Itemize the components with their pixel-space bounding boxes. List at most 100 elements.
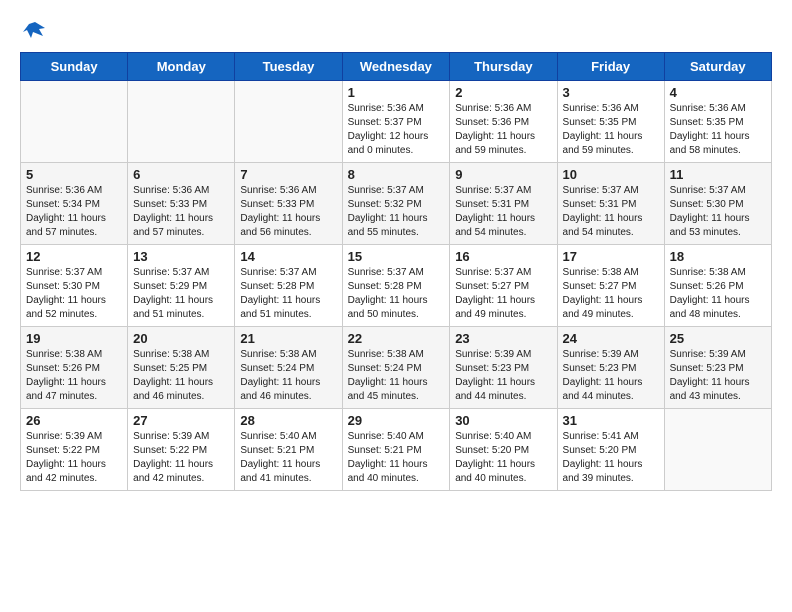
calendar-cell: 6 Sunrise: 5:36 AM Sunset: 5:33 PM Daylig… [128, 163, 235, 245]
weekday-thursday: Thursday [450, 53, 557, 81]
day-number: 13 [133, 249, 229, 264]
calendar-cell: 26 Sunrise: 5:39 AM Sunset: 5:22 PM Dayli… [21, 409, 128, 491]
calendar-cell: 8 Sunrise: 5:37 AM Sunset: 5:32 PM Daylig… [342, 163, 450, 245]
day-number: 12 [26, 249, 122, 264]
day-info: Sunrise: 5:37 AM Sunset: 5:31 PM Dayligh… [455, 184, 551, 240]
day-info: Sunrise: 5:37 AM Sunset: 5:28 PM Dayligh… [240, 266, 336, 322]
day-number: 5 [26, 167, 122, 182]
day-info: Sunrise: 5:39 AM Sunset: 5:23 PM Dayligh… [670, 348, 766, 404]
day-number: 17 [563, 249, 659, 264]
day-info: Sunrise: 5:36 AM Sunset: 5:35 PM Dayligh… [670, 102, 766, 158]
calendar-cell: 17Sunrise: 5:38 AM Sunset: 5:27 PM Dayli… [557, 245, 664, 327]
day-info: Sunrise: 5:36 AM Sunset: 5:35 PM Dayligh… [563, 102, 659, 158]
calendar-cell: 20 Sunrise: 5:38 AM Sunset: 5:25 PM Dayli… [128, 327, 235, 409]
day-number: 25 [670, 331, 766, 346]
day-number: 16 [455, 249, 551, 264]
calendar-cell: 24Sunrise: 5:39 AM Sunset: 5:23 PM Dayli… [557, 327, 664, 409]
day-number: 6 [133, 167, 229, 182]
calendar-cell: 15 Sunrise: 5:37 AM Sunset: 5:28 PM Dayli… [342, 245, 450, 327]
calendar-week-1: 1 Sunrise: 5:36 AM Sunset: 5:37 PM Daylig… [21, 81, 772, 163]
day-info: Sunrise: 5:37 AM Sunset: 5:32 PM Dayligh… [348, 184, 445, 240]
day-info: Sunrise: 5:39 AM Sunset: 5:23 PM Dayligh… [563, 348, 659, 404]
day-info: Sunrise: 5:36 AM Sunset: 5:33 PM Dayligh… [133, 184, 229, 240]
day-number: 8 [348, 167, 445, 182]
day-info: Sunrise: 5:40 AM Sunset: 5:21 PM Dayligh… [240, 430, 336, 486]
day-info: Sunrise: 5:38 AM Sunset: 5:26 PM Dayligh… [670, 266, 766, 322]
calendar-cell: 23Sunrise: 5:39 AM Sunset: 5:23 PM Dayli… [450, 327, 557, 409]
weekday-sunday: Sunday [21, 53, 128, 81]
calendar-table: SundayMondayTuesdayWednesdayThursdayFrid… [20, 52, 772, 491]
calendar-body: 1 Sunrise: 5:36 AM Sunset: 5:37 PM Daylig… [21, 81, 772, 491]
calendar-cell: 29 Sunrise: 5:40 AM Sunset: 5:21 PM Dayli… [342, 409, 450, 491]
calendar-cell: 16 Sunrise: 5:37 AM Sunset: 5:27 PM Dayli… [450, 245, 557, 327]
calendar-cell: 5 Sunrise: 5:36 AM Sunset: 5:34 PM Daylig… [21, 163, 128, 245]
day-info: Sunrise: 5:36 AM Sunset: 5:37 PM Dayligh… [348, 102, 445, 158]
day-info: Sunrise: 5:39 AM Sunset: 5:22 PM Dayligh… [26, 430, 122, 486]
day-info: Sunrise: 5:38 AM Sunset: 5:26 PM Dayligh… [26, 348, 122, 404]
calendar-cell: 21 Sunrise: 5:38 AM Sunset: 5:24 PM Dayli… [235, 327, 342, 409]
day-number: 2 [455, 85, 551, 100]
calendar-cell [664, 409, 771, 491]
calendar-cell: 4 Sunrise: 5:36 AM Sunset: 5:35 PM Daylig… [664, 81, 771, 163]
day-number: 28 [240, 413, 336, 428]
calendar-cell: 9Sunrise: 5:37 AM Sunset: 5:31 PM Daylig… [450, 163, 557, 245]
day-info: Sunrise: 5:37 AM Sunset: 5:30 PM Dayligh… [26, 266, 122, 322]
day-info: Sunrise: 5:38 AM Sunset: 5:24 PM Dayligh… [348, 348, 445, 404]
day-info: Sunrise: 5:37 AM Sunset: 5:30 PM Dayligh… [670, 184, 766, 240]
calendar-cell: 18 Sunrise: 5:38 AM Sunset: 5:26 PM Dayli… [664, 245, 771, 327]
day-number: 21 [240, 331, 336, 346]
page-header [20, 20, 772, 42]
day-number: 20 [133, 331, 229, 346]
day-info: Sunrise: 5:37 AM Sunset: 5:29 PM Dayligh… [133, 266, 229, 322]
day-number: 18 [670, 249, 766, 264]
day-info: Sunrise: 5:39 AM Sunset: 5:22 PM Dayligh… [133, 430, 229, 486]
day-number: 29 [348, 413, 445, 428]
weekday-tuesday: Tuesday [235, 53, 342, 81]
calendar-cell: 2 Sunrise: 5:36 AM Sunset: 5:36 PM Daylig… [450, 81, 557, 163]
day-info: Sunrise: 5:41 AM Sunset: 5:20 PM Dayligh… [563, 430, 659, 486]
calendar-week-4: 19 Sunrise: 5:38 AM Sunset: 5:26 PM Dayli… [21, 327, 772, 409]
day-number: 15 [348, 249, 445, 264]
calendar-cell: 19 Sunrise: 5:38 AM Sunset: 5:26 PM Dayli… [21, 327, 128, 409]
day-number: 14 [240, 249, 336, 264]
day-info: Sunrise: 5:38 AM Sunset: 5:24 PM Dayligh… [240, 348, 336, 404]
weekday-saturday: Saturday [664, 53, 771, 81]
day-info: Sunrise: 5:40 AM Sunset: 5:21 PM Dayligh… [348, 430, 445, 486]
day-info: Sunrise: 5:36 AM Sunset: 5:34 PM Dayligh… [26, 184, 122, 240]
day-number: 19 [26, 331, 122, 346]
day-number: 3 [563, 85, 659, 100]
calendar-cell: 27 Sunrise: 5:39 AM Sunset: 5:22 PM Dayli… [128, 409, 235, 491]
calendar-cell: 13 Sunrise: 5:37 AM Sunset: 5:29 PM Dayli… [128, 245, 235, 327]
day-number: 10 [563, 167, 659, 182]
day-number: 26 [26, 413, 122, 428]
day-info: Sunrise: 5:40 AM Sunset: 5:20 PM Dayligh… [455, 430, 551, 486]
calendar-cell: 11Sunrise: 5:37 AM Sunset: 5:30 PM Dayli… [664, 163, 771, 245]
calendar-week-2: 5 Sunrise: 5:36 AM Sunset: 5:34 PM Daylig… [21, 163, 772, 245]
day-info: Sunrise: 5:38 AM Sunset: 5:25 PM Dayligh… [133, 348, 229, 404]
calendar-cell [235, 81, 342, 163]
calendar-cell: 12 Sunrise: 5:37 AM Sunset: 5:30 PM Dayli… [21, 245, 128, 327]
day-number: 31 [563, 413, 659, 428]
calendar-cell: 31 Sunrise: 5:41 AM Sunset: 5:20 PM Dayli… [557, 409, 664, 491]
calendar-cell: 7Sunrise: 5:36 AM Sunset: 5:33 PM Daylig… [235, 163, 342, 245]
calendar-cell [128, 81, 235, 163]
calendar-cell: 14 Sunrise: 5:37 AM Sunset: 5:28 PM Dayli… [235, 245, 342, 327]
calendar-cell: 1 Sunrise: 5:36 AM Sunset: 5:37 PM Daylig… [342, 81, 450, 163]
day-number: 1 [348, 85, 445, 100]
calendar-cell: 30 Sunrise: 5:40 AM Sunset: 5:20 PM Dayli… [450, 409, 557, 491]
weekday-header-row: SundayMondayTuesdayWednesdayThursdayFrid… [21, 53, 772, 81]
day-number: 4 [670, 85, 766, 100]
day-info: Sunrise: 5:37 AM Sunset: 5:27 PM Dayligh… [455, 266, 551, 322]
calendar-cell: 25 Sunrise: 5:39 AM Sunset: 5:23 PM Dayli… [664, 327, 771, 409]
day-info: Sunrise: 5:37 AM Sunset: 5:28 PM Dayligh… [348, 266, 445, 322]
day-number: 27 [133, 413, 229, 428]
day-info: Sunrise: 5:36 AM Sunset: 5:33 PM Dayligh… [240, 184, 336, 240]
day-info: Sunrise: 5:37 AM Sunset: 5:31 PM Dayligh… [563, 184, 659, 240]
calendar-cell: 10 Sunrise: 5:37 AM Sunset: 5:31 PM Dayli… [557, 163, 664, 245]
day-info: Sunrise: 5:36 AM Sunset: 5:36 PM Dayligh… [455, 102, 551, 158]
calendar-cell [21, 81, 128, 163]
day-number: 30 [455, 413, 551, 428]
calendar-cell: 3 Sunrise: 5:36 AM Sunset: 5:35 PM Daylig… [557, 81, 664, 163]
calendar-week-3: 12 Sunrise: 5:37 AM Sunset: 5:30 PM Dayli… [21, 245, 772, 327]
logo-bird-icon [23, 20, 45, 42]
